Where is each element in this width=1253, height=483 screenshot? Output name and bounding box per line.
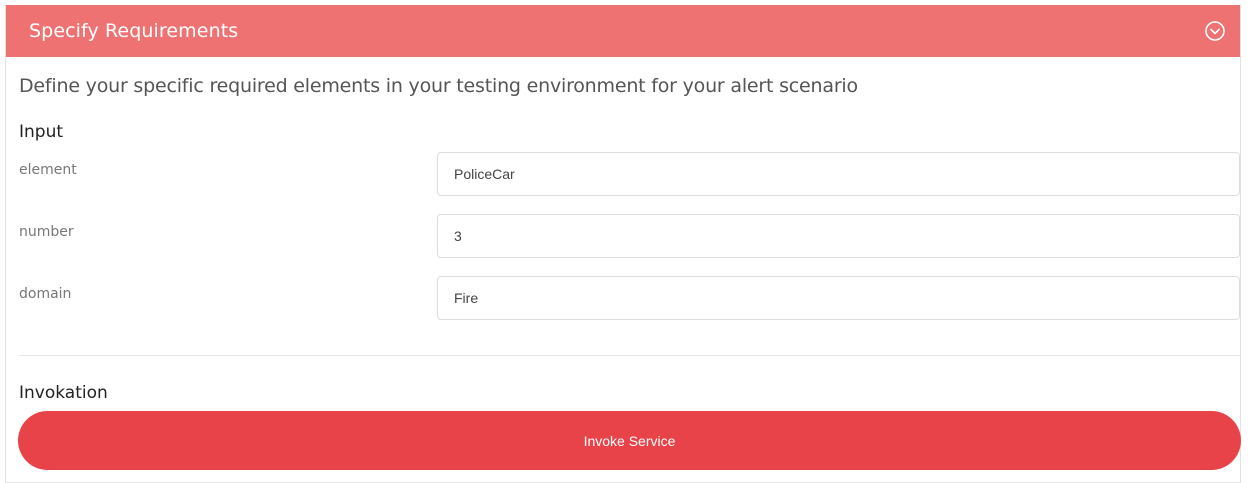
panel-description: Define your specific required elements i… <box>19 75 858 97</box>
domain-label: domain <box>19 286 72 302</box>
section-divider <box>19 355 1240 356</box>
number-label: number <box>19 224 74 240</box>
panel-title: Specify Requirements <box>29 20 239 42</box>
invoke-service-button[interactable]: Invoke Service <box>18 411 1241 470</box>
element-label: element <box>19 162 77 178</box>
input-section-title: Input <box>19 122 64 142</box>
requirements-panel: Specify Requirements Define your specifi… <box>5 5 1241 483</box>
chevron-down-circle-icon[interactable] <box>1204 20 1226 42</box>
domain-field[interactable] <box>437 276 1240 320</box>
number-field[interactable] <box>437 214 1240 258</box>
panel-header[interactable]: Specify Requirements <box>6 5 1240 57</box>
invokation-section-title: Invokation <box>19 383 108 403</box>
element-field[interactable] <box>437 152 1240 196</box>
